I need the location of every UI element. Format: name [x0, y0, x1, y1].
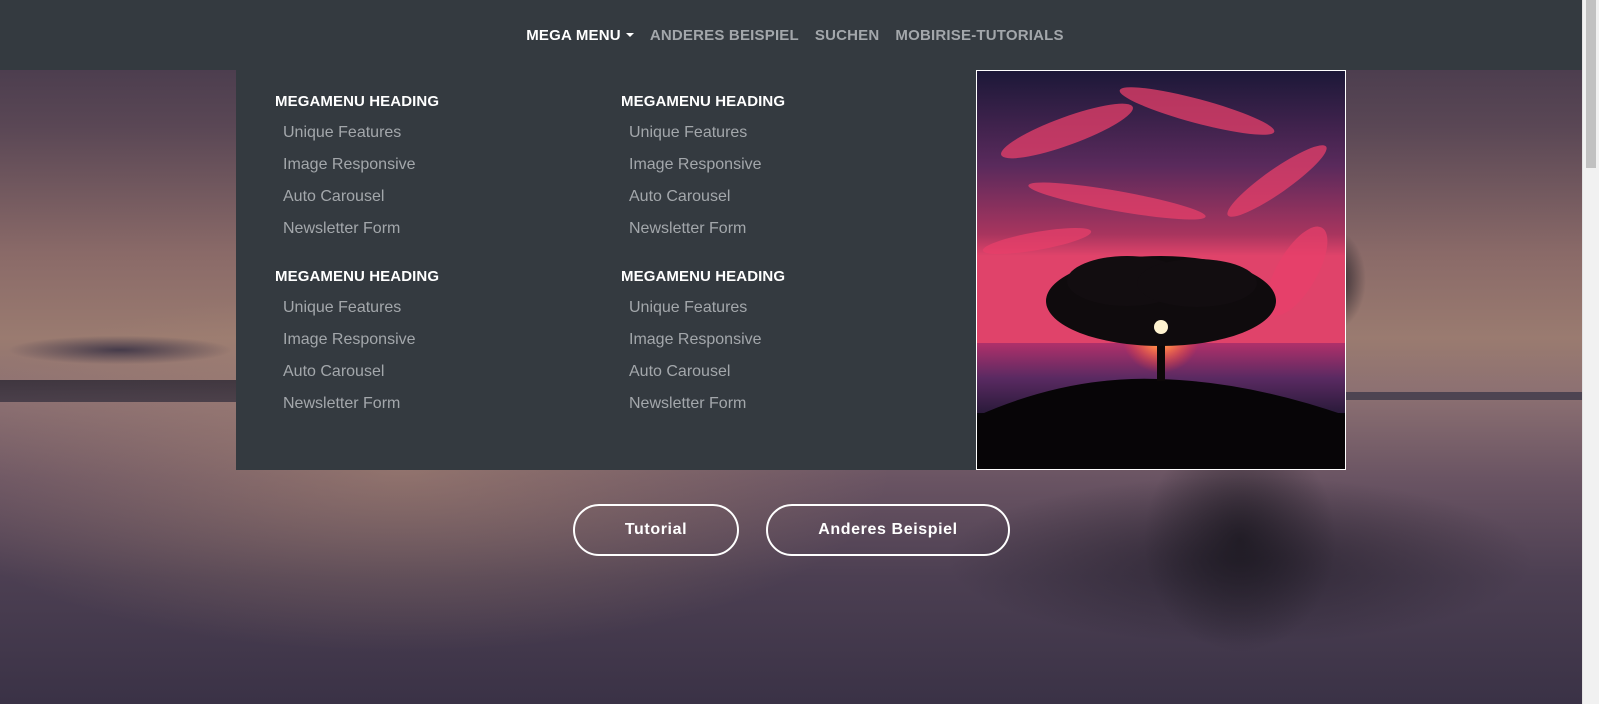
nav-items: MEGA MENU ANDERES BEISPIEL SUCHEN MOBIRI…: [526, 27, 1064, 44]
mega-menu-item[interactable]: Auto Carousel: [275, 186, 439, 218]
mega-menu-item[interactable]: Image Responsive: [621, 329, 785, 361]
mega-menu-item[interactable]: Unique Features: [621, 297, 785, 329]
caret-down-icon: [625, 32, 634, 37]
mega-menu-item[interactable]: Image Responsive: [275, 329, 439, 361]
mega-menu-item[interactable]: Newsletter Form: [621, 218, 785, 250]
nav-suchen[interactable]: SUCHEN: [815, 27, 880, 44]
mega-menu-item[interactable]: Auto Carousel: [275, 361, 439, 393]
mega-menu-list: Unique Features Image Responsive Auto Ca…: [621, 122, 785, 250]
mega-menu-heading: MEGAMENU HEADING: [275, 268, 440, 285]
mega-menu-column-2: MEGAMENU HEADING Unique Features Image R…: [621, 91, 785, 441]
mega-menu-item[interactable]: Auto Carousel: [621, 361, 785, 393]
background-horizon-left: [0, 380, 240, 402]
anderes-beispiel-button[interactable]: Anderes Beispiel: [766, 504, 1010, 556]
mega-menu-item[interactable]: Auto Carousel: [621, 186, 785, 218]
mega-menu-item[interactable]: Image Responsive: [275, 154, 439, 186]
tutorial-button[interactable]: Tutorial: [573, 504, 739, 556]
scrollbar-thumb[interactable]: [1586, 0, 1596, 168]
background-cloud: [0, 330, 240, 370]
mega-menu-column-1: MEGAMENU HEADING Unique Features Image R…: [275, 91, 439, 441]
tree-sunset-illustration: [977, 71, 1345, 469]
mega-menu-item[interactable]: Newsletter Form: [275, 393, 439, 425]
nav-mega-menu[interactable]: MEGA MENU: [526, 27, 634, 44]
nav-mobirise-tutorials[interactable]: MOBIRISE-TUTORIALS: [895, 27, 1063, 44]
mega-menu-item[interactable]: Newsletter Form: [621, 393, 785, 425]
mega-menu-dropdown: MEGAMENU HEADING Unique Features Image R…: [236, 70, 977, 470]
mega-menu-heading: MEGAMENU HEADING: [621, 93, 786, 110]
mega-menu-item[interactable]: Unique Features: [621, 122, 785, 154]
navbar: MEGA MENU ANDERES BEISPIEL SUCHEN MOBIRI…: [0, 0, 1582, 70]
mega-menu-heading: MEGAMENU HEADING: [275, 93, 440, 110]
mega-menu-item[interactable]: Newsletter Form: [275, 218, 439, 250]
nav-mega-menu-label: MEGA MENU: [526, 26, 621, 44]
vertical-scrollbar[interactable]: [1582, 0, 1599, 704]
nav-anderes-beispiel[interactable]: ANDERES BEISPIEL: [650, 27, 799, 44]
mega-menu-item[interactable]: Unique Features: [275, 122, 439, 154]
mega-menu-item[interactable]: Image Responsive: [621, 154, 785, 186]
background-horizon-right: [1322, 392, 1582, 400]
mega-menu-item[interactable]: Unique Features: [275, 297, 439, 329]
tree-sunset-image: [976, 70, 1346, 470]
mega-menu-list: Unique Features Image Responsive Auto Ca…: [275, 297, 439, 425]
mega-menu-list: Unique Features Image Responsive Auto Ca…: [275, 122, 439, 250]
mega-menu-heading: MEGAMENU HEADING: [621, 268, 786, 285]
mega-menu-list: Unique Features Image Responsive Auto Ca…: [621, 297, 785, 425]
